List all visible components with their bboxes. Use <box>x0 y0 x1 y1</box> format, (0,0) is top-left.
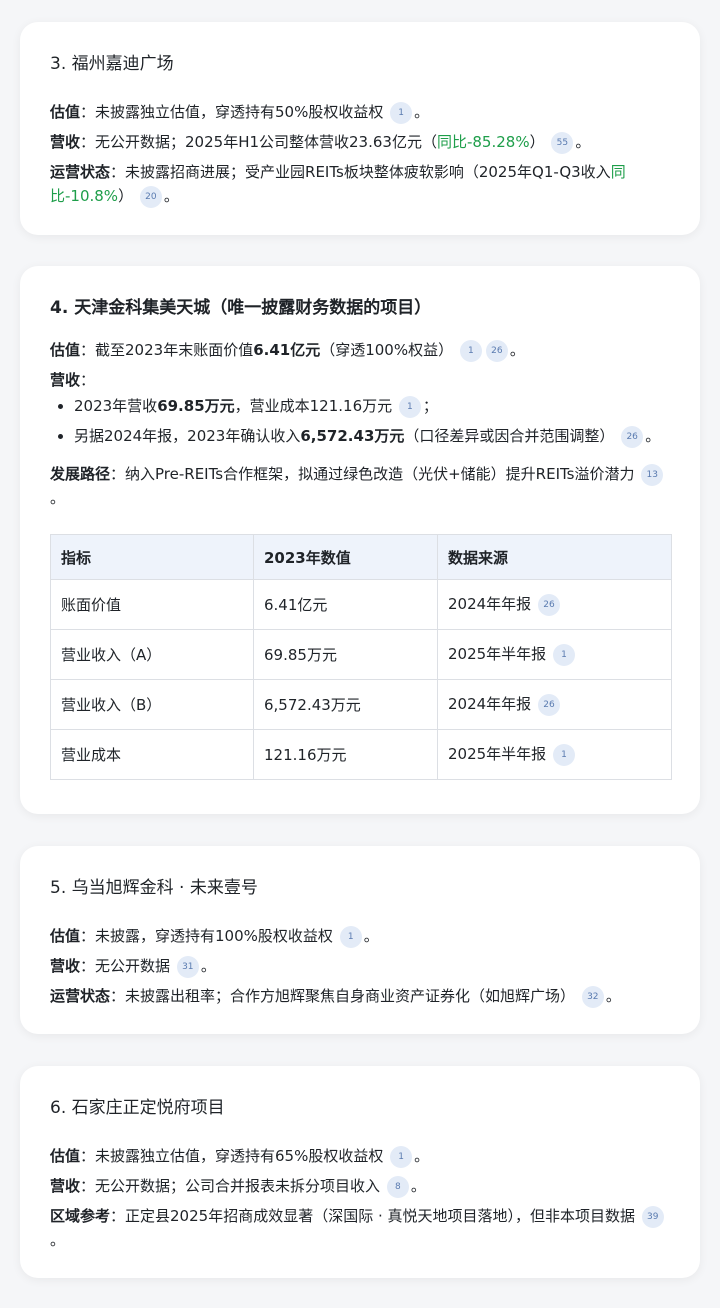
valuation-line: 估值：未披露独立估值，穿透持有50%股权收益权 1。 <box>50 100 670 124</box>
financial-data-table: 指标 2023年数值 数据来源 账面价值 6.41亿元 2024年年报 26 营… <box>50 534 672 780</box>
table-cell: 6.41亿元 <box>253 579 438 630</box>
development-path-line: 发展路径：纳入Pre-REITs合作框架，拟通过绿色改造（光伏+储能）提升REI… <box>50 462 670 510</box>
citation-badge[interactable]: 26 <box>537 693 560 716</box>
revenue-list: 2023年营收69.85万元，营业成本121.16万元 1； 另据2024年报，… <box>50 394 670 448</box>
revenue-line: 营收：无公开数据；公司合并报表未拆分项目收入 8。 <box>50 1174 670 1198</box>
card-title: 4. 天津金科集美天城（唯一披露财务数据的项目） <box>50 298 432 318</box>
table-cell: 121.16万元 <box>253 729 438 780</box>
table-cell: 2024年年报 26 <box>437 679 672 730</box>
table-cell: 营业收入（A） <box>50 629 254 680</box>
citation-badge[interactable]: 55 <box>551 131 574 154</box>
column-header: 2023年数值 <box>253 534 438 580</box>
operation-line: 运营状态：未披露招商进展；受产业园REITs板块整体疲软影响（2025年Q1-Q… <box>50 160 670 208</box>
citation-badge[interactable]: 39 <box>641 1205 664 1228</box>
project-card-fuzhou: 3. 福州嘉迪广场 估值：未披露独立估值，穿透持有50%股权收益权 1。 营收：… <box>20 22 700 235</box>
citation-badge[interactable]: 1 <box>552 643 575 666</box>
project-card-wudang: 5. 乌当旭辉金科 · 未来壹号 估值：未披露，穿透持有100%股权收益权 1。… <box>20 846 700 1034</box>
operation-line: 运营状态：未披露出租率；合作方旭辉聚焦自身商业资产证券化（如旭辉广场） 32。 <box>50 984 670 1008</box>
citation-badge[interactable]: 31 <box>176 955 199 978</box>
table-row: 营业成本 121.16万元 2025年半年报 1 <box>50 729 672 780</box>
citation-badge[interactable]: 26 <box>621 425 644 448</box>
citation-badge[interactable]: 13 <box>641 463 664 486</box>
revenue-line: 营收：无公开数据；2025年H1公司整体营收23.63亿元（同比-85.28%）… <box>50 130 670 154</box>
regional-reference-line: 区域参考：正定县2025年招商成效显著（深国际 · 真悦天地项目落地），但非本项… <box>50 1204 670 1252</box>
citation-badge[interactable]: 26 <box>485 339 508 362</box>
revenue-heading: 营收： <box>50 371 96 389</box>
citation-badge[interactable]: 8 <box>386 1175 409 1198</box>
citation-badge[interactable]: 1 <box>398 395 421 418</box>
column-header: 数据来源 <box>437 534 672 580</box>
table-cell: 69.85万元 <box>253 629 438 680</box>
card-title: 3. 福州嘉迪广场 <box>50 54 174 74</box>
project-card-shijiazhuang: 6. 石家庄正定悦府项目 估值：未披露独立估值，穿透持有65%股权收益权 1。 … <box>20 1066 700 1278</box>
table-cell: 账面价值 <box>50 579 254 630</box>
citation-badge[interactable]: 32 <box>581 985 604 1008</box>
revenue-line: 营收：无公开数据 31。 <box>50 954 670 978</box>
list-item: 2023年营收69.85万元，营业成本121.16万元 1； <box>74 394 670 418</box>
citation-badge[interactable]: 20 <box>139 185 162 208</box>
table-cell: 营业成本 <box>50 729 254 780</box>
list-item: 另据2024年报，2023年确认收入6,572.43万元（口径差异或因合并范围调… <box>74 424 670 448</box>
table-row: 营业收入（B） 6,572.43万元 2024年年报 26 <box>50 679 672 730</box>
citation-badge[interactable]: 1 <box>459 339 482 362</box>
table-cell: 2025年半年报 1 <box>437 729 672 780</box>
valuation-line: 估值：未披露独立估值，穿透持有65%股权收益权 1。 <box>50 1144 670 1168</box>
citation-badge[interactable]: 1 <box>390 101 413 124</box>
table-row: 账面价值 6.41亿元 2024年年报 26 <box>50 579 672 630</box>
table-cell: 6,572.43万元 <box>253 679 438 730</box>
table-cell: 2024年年报 26 <box>437 579 672 630</box>
table-cell: 2025年半年报 1 <box>437 629 672 680</box>
table-row: 营业收入（A） 69.85万元 2025年半年报 1 <box>50 629 672 680</box>
table-header-row: 指标 2023年数值 数据来源 <box>50 534 672 580</box>
column-header: 指标 <box>50 534 254 580</box>
card-title: 6. 石家庄正定悦府项目 <box>50 1098 225 1118</box>
valuation-line: 估值：未披露，穿透持有100%股权收益权 1。 <box>50 924 670 948</box>
card-title: 5. 乌当旭辉金科 · 未来壹号 <box>50 878 258 898</box>
valuation-line: 估值：截至2023年末账面价值6.41亿元（穿透100%权益） 1 26。 <box>50 338 670 362</box>
project-card-tianjin: 4. 天津金科集美天城（唯一披露财务数据的项目） 估值：截至2023年末账面价值… <box>20 266 700 814</box>
citation-badge[interactable]: 1 <box>552 743 575 766</box>
citation-badge[interactable]: 1 <box>390 1145 413 1168</box>
citation-badge[interactable]: 1 <box>339 925 362 948</box>
table-cell: 营业收入（B） <box>50 679 254 730</box>
citation-badge[interactable]: 26 <box>537 593 560 616</box>
